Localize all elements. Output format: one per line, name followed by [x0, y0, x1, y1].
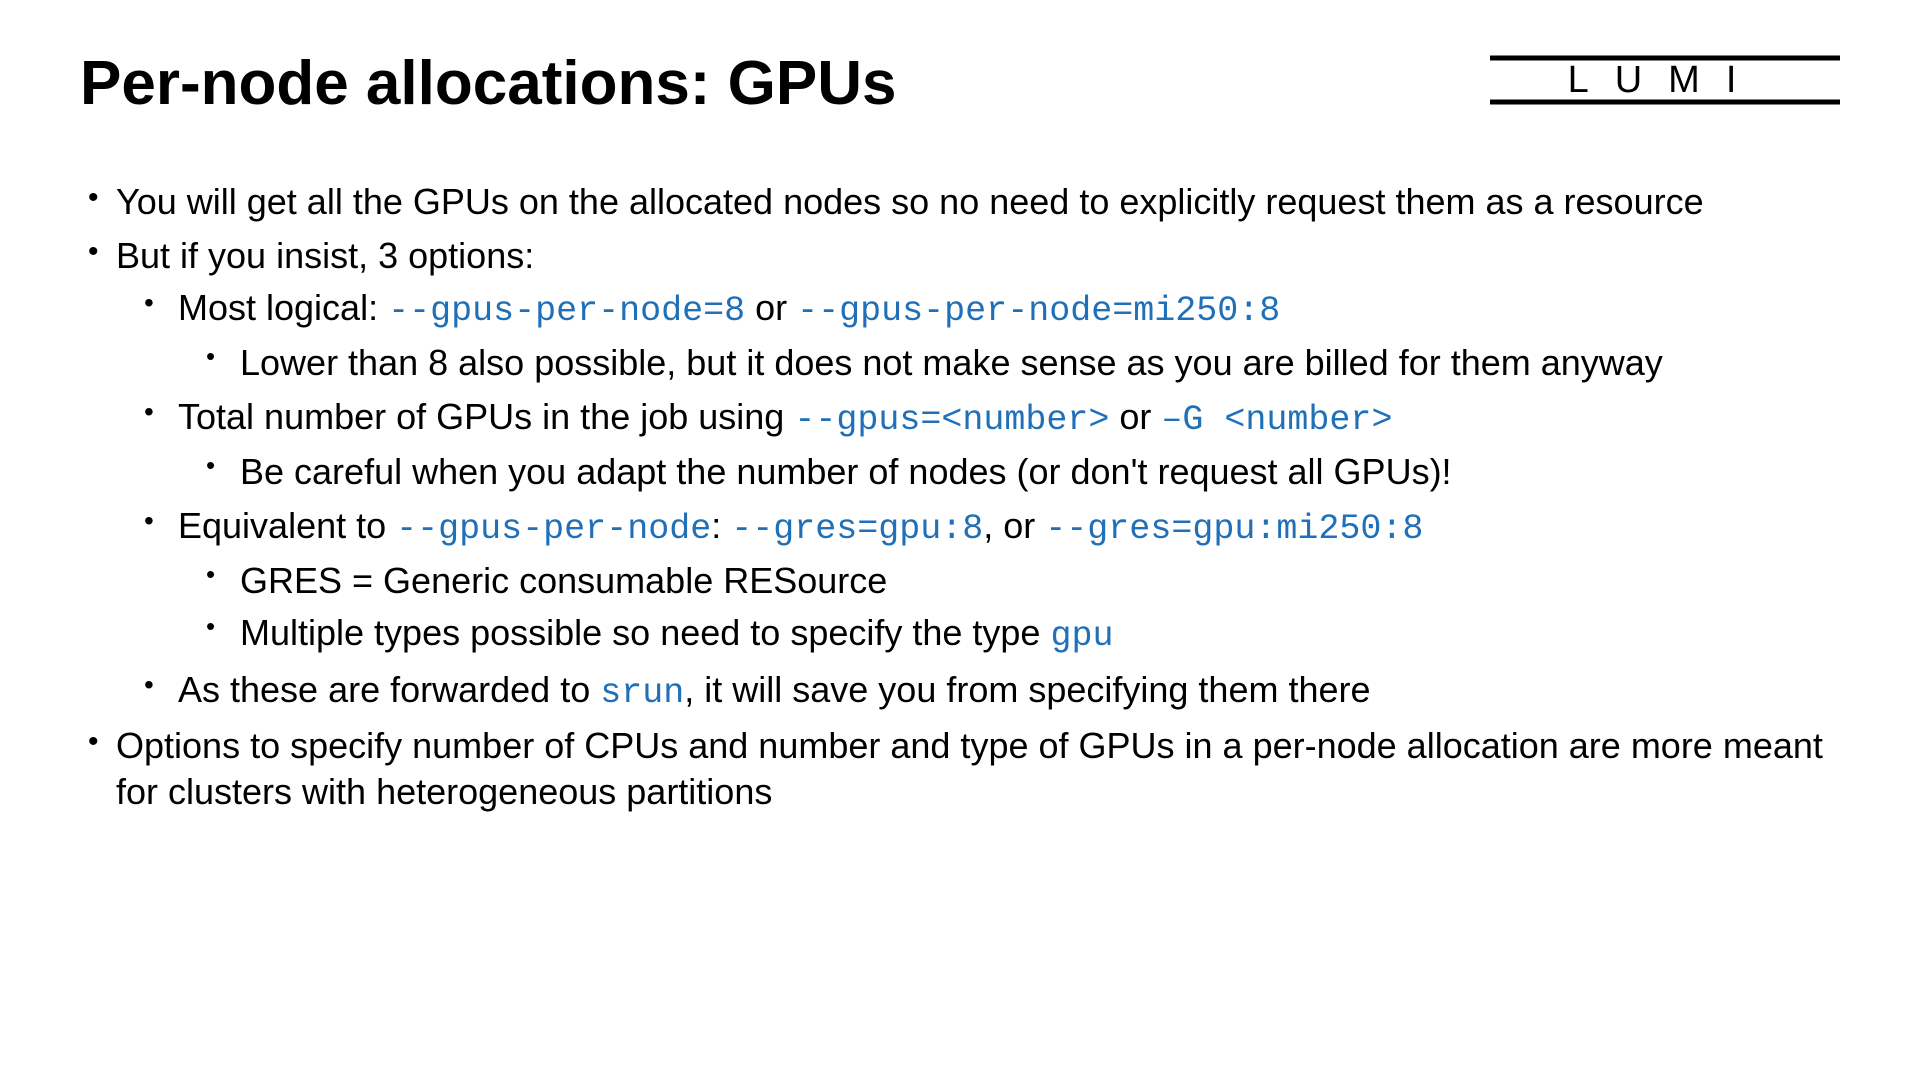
slide-content: You will get all the GPUs on the allocat…	[80, 179, 1840, 816]
bullet-text: But if you insist, 3 options:	[116, 235, 534, 276]
bullet-item: Total number of GPUs in the job using --…	[116, 394, 1840, 495]
bullet-text: Most logical:	[178, 287, 388, 328]
bullet-text: , it will save you from specifying them …	[684, 669, 1370, 710]
bullet-text: :	[711, 505, 731, 546]
bullet-item: Be careful when you adapt the number of …	[178, 449, 1840, 495]
bullet-text: Equivalent to	[178, 505, 396, 546]
bullet-item: Most logical: --gpus-per-node=8 or --gpu…	[116, 285, 1840, 386]
bullet-text: , or	[983, 505, 1045, 546]
bullet-text: As these are forwarded to	[178, 669, 600, 710]
bullet-item: But if you insist, 3 options: Most logic…	[80, 233, 1840, 715]
code-text: --gres=gpu:mi250:8	[1045, 509, 1423, 549]
bullet-text: or	[1109, 396, 1161, 437]
bullet-text: or	[745, 287, 797, 328]
bullet-item: Options to specify number of CPUs and nu…	[80, 723, 1840, 815]
code-text: gpu	[1050, 616, 1113, 656]
code-text: --gpus-per-node	[396, 509, 711, 549]
bullet-item: Multiple types possible so need to speci…	[178, 610, 1840, 659]
code-text: --gpus-per-node=8	[388, 291, 745, 331]
lumi-logo: LUMI	[1490, 55, 1840, 105]
svg-text:LUMI: LUMI	[1568, 59, 1763, 101]
bullet-item: You will get all the GPUs on the allocat…	[80, 179, 1840, 225]
bullet-item: As these are forwarded to srun, it will …	[116, 667, 1840, 716]
code-text: --gpus=<number>	[794, 400, 1109, 440]
code-text: –G <number>	[1161, 400, 1392, 440]
bullet-text: Total number of GPUs in the job using	[178, 396, 794, 437]
code-text: srun	[600, 673, 684, 713]
code-text: --gpus-per-node=mi250:8	[797, 291, 1280, 331]
bullet-text: Multiple types possible so need to speci…	[240, 612, 1050, 653]
bullet-item: Equivalent to --gpus-per-node: --gres=gp…	[116, 503, 1840, 659]
code-text: --gres=gpu:8	[731, 509, 983, 549]
slide: LUMI Per-node allocations: GPUs You will…	[0, 0, 1920, 1080]
bullet-item: Lower than 8 also possible, but it does …	[178, 340, 1840, 386]
bullet-item: GRES = Generic consumable RESource	[178, 558, 1840, 604]
